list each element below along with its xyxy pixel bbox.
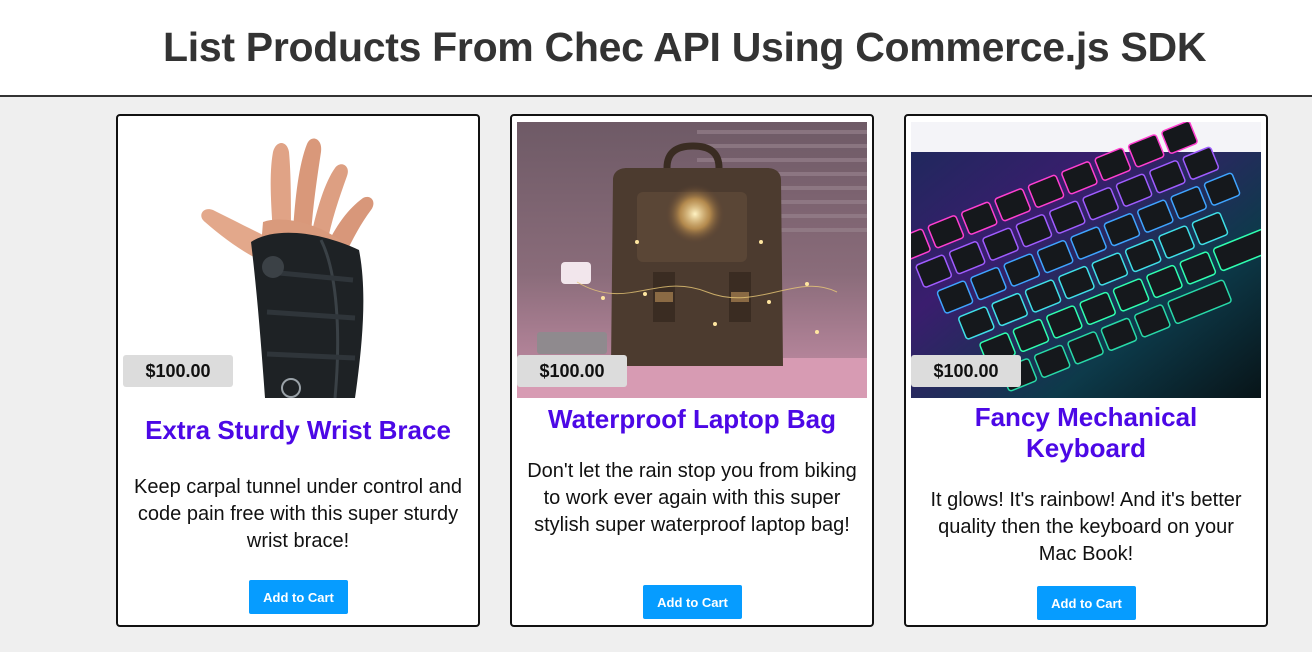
product-description: Don't let the rain stop you from biking … xyxy=(527,460,857,536)
add-to-cart-button[interactable]: Add to Cart xyxy=(643,585,742,619)
price-badge: $100.00 xyxy=(517,355,627,387)
add-to-cart-button[interactable]: Add to Cart xyxy=(1037,586,1136,620)
product-description: It glows! It's rainbow! And it's better … xyxy=(930,489,1242,565)
page-title: List Products From Chec API Using Commer… xyxy=(163,24,1207,70)
price-badge: $100.00 xyxy=(911,355,1021,387)
price-badge: $100.00 xyxy=(123,355,233,387)
product-name: Extra Sturdy Wrist Brace xyxy=(145,415,451,445)
product-name: Fancy Mechanical Keyboard xyxy=(974,402,1198,463)
page-header: List Products From Chec API Using Commer… xyxy=(0,0,1312,97)
add-to-cart-button[interactable]: Add to Cart xyxy=(249,580,348,614)
product-card: $100.00 Fancy Mechanical Keyboard It glo… xyxy=(904,114,1268,627)
product-card: $100.00 Extra Sturdy Wrist Brace Keep ca… xyxy=(116,114,480,627)
product-card: $100.00 Waterproof Laptop Bag Don't let … xyxy=(510,114,874,627)
product-description: Keep carpal tunnel under control and cod… xyxy=(133,476,462,552)
product-name: Waterproof Laptop Bag xyxy=(548,404,836,434)
